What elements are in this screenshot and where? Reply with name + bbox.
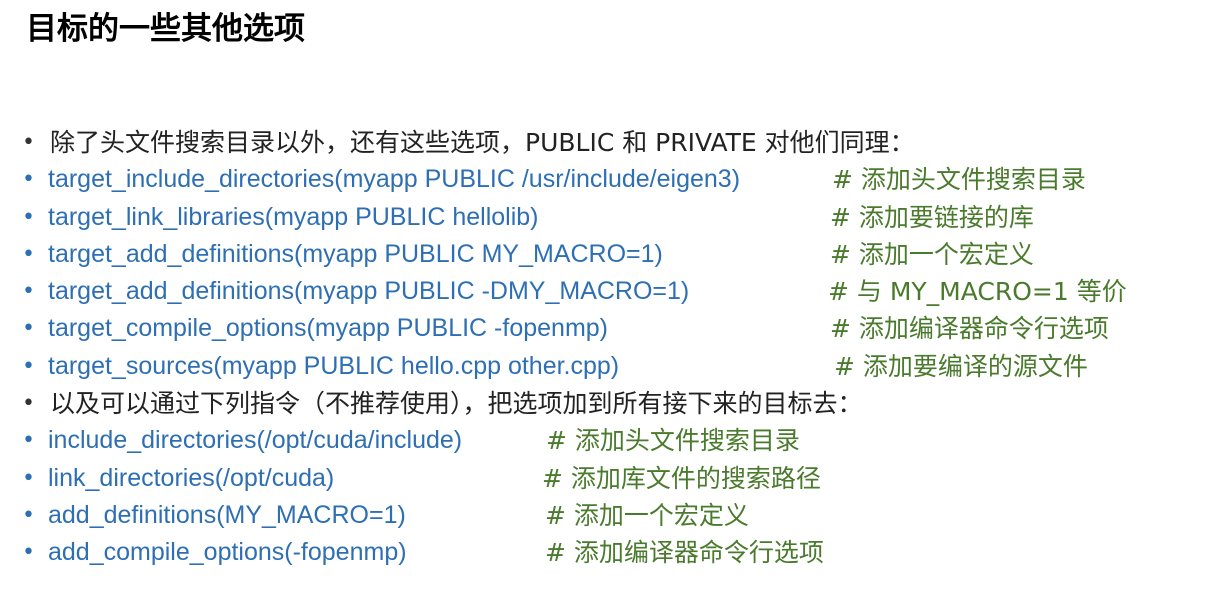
bullet-list: • 除了头文件搜索目录以外，还有这些选项，PUBLIC 和 PRIVATE 对他… xyxy=(0,124,1212,572)
comment-text: # 添加一个宏定义 xyxy=(545,500,749,530)
comment-text: # 添加编译器命令行选项 xyxy=(545,538,824,568)
code-text: target_add_definitions(myapp PUBLIC MY_M… xyxy=(48,239,663,268)
code-text: target_include_directories(myapp PUBLIC … xyxy=(48,165,741,194)
list-item: • target_include_directories(myapp PUBLI… xyxy=(0,161,1212,198)
list-item: • target_sources(myapp PUBLIC hello.cpp … xyxy=(0,348,1212,385)
list-item: • target_add_definitions(myapp PUBLIC -D… xyxy=(0,273,1212,310)
bullet-icon: • xyxy=(22,540,35,566)
code-text: link_directories(/opt/cuda) xyxy=(48,463,335,492)
comment-text: # 添加要链接的库 xyxy=(830,202,1034,232)
bullet-icon: • xyxy=(22,428,35,454)
list-item: • target_link_libraries(myapp PUBLIC hel… xyxy=(0,199,1212,236)
comment-text: # 添加库文件的搜索路径 xyxy=(542,463,821,493)
comment-text: # 添加头文件搜索目录 xyxy=(546,426,800,456)
bullet-icon: • xyxy=(22,167,35,193)
bullet-icon: • xyxy=(22,241,35,267)
code-text: target_add_definitions(myapp PUBLIC -DMY… xyxy=(48,277,690,306)
intro-text: 以及可以通过下列指令（不推荐使用），把选项加到所有接下来的目标去： xyxy=(50,389,863,419)
code-text: target_compile_options(myapp PUBLIC -fop… xyxy=(48,314,608,343)
list-item: • target_compile_options(myapp PUBLIC -f… xyxy=(0,310,1212,347)
bullet-icon: • xyxy=(22,465,35,491)
comment-text: # 添加一个宏定义 xyxy=(830,239,1034,269)
list-item: • add_definitions(MY_MACRO=1) # 添加一个宏定义 xyxy=(0,497,1212,534)
code-text: target_sources(myapp PUBLIC hello.cpp ot… xyxy=(48,351,620,380)
intro-text: 除了头文件搜索目录以外，还有这些选项，PUBLIC 和 PRIVATE 对他们同… xyxy=(50,128,915,157)
bullet-icon: • xyxy=(22,502,35,528)
list-item: • add_compile_options(-fopenmp) # 添加编译器命… xyxy=(0,534,1212,571)
comment-text: # 与 MY_MACRO=1 等价 xyxy=(828,277,1127,307)
bullet-icon: • xyxy=(22,316,35,342)
comment-text: # 添加头文件搜索目录 xyxy=(832,165,1086,195)
list-item: • target_add_definitions(myapp PUBLIC MY… xyxy=(0,236,1212,273)
list-item: • link_directories(/opt/cuda) # 添加库文件的搜索… xyxy=(0,460,1212,497)
code-text: add_definitions(MY_MACRO=1) xyxy=(48,500,406,529)
slide-title: 目标的一些其他选项 xyxy=(26,11,305,47)
comment-text: # 添加编译器命令行选项 xyxy=(830,314,1109,344)
intro-line-2: • 以及可以通过下列指令（不推荐使用），把选项加到所有接下来的目标去： xyxy=(0,385,1212,422)
bullet-icon: • xyxy=(22,279,35,305)
code-text: target_link_libraries(myapp PUBLIC hello… xyxy=(48,202,539,231)
bullet-icon: • xyxy=(22,204,35,230)
list-item: • include_directories(/opt/cuda/include)… xyxy=(0,422,1212,459)
code-text: add_compile_options(-fopenmp) xyxy=(48,538,407,567)
bullet-icon: • xyxy=(22,353,35,379)
bullet-icon: • xyxy=(22,130,35,155)
intro-line-1: • 除了头文件搜索目录以外，还有这些选项，PUBLIC 和 PRIVATE 对他… xyxy=(0,124,1212,161)
code-text: include_directories(/opt/cuda/include) xyxy=(48,426,463,455)
comment-text: # 添加要编译的源文件 xyxy=(834,351,1088,381)
bullet-icon: • xyxy=(22,391,35,417)
